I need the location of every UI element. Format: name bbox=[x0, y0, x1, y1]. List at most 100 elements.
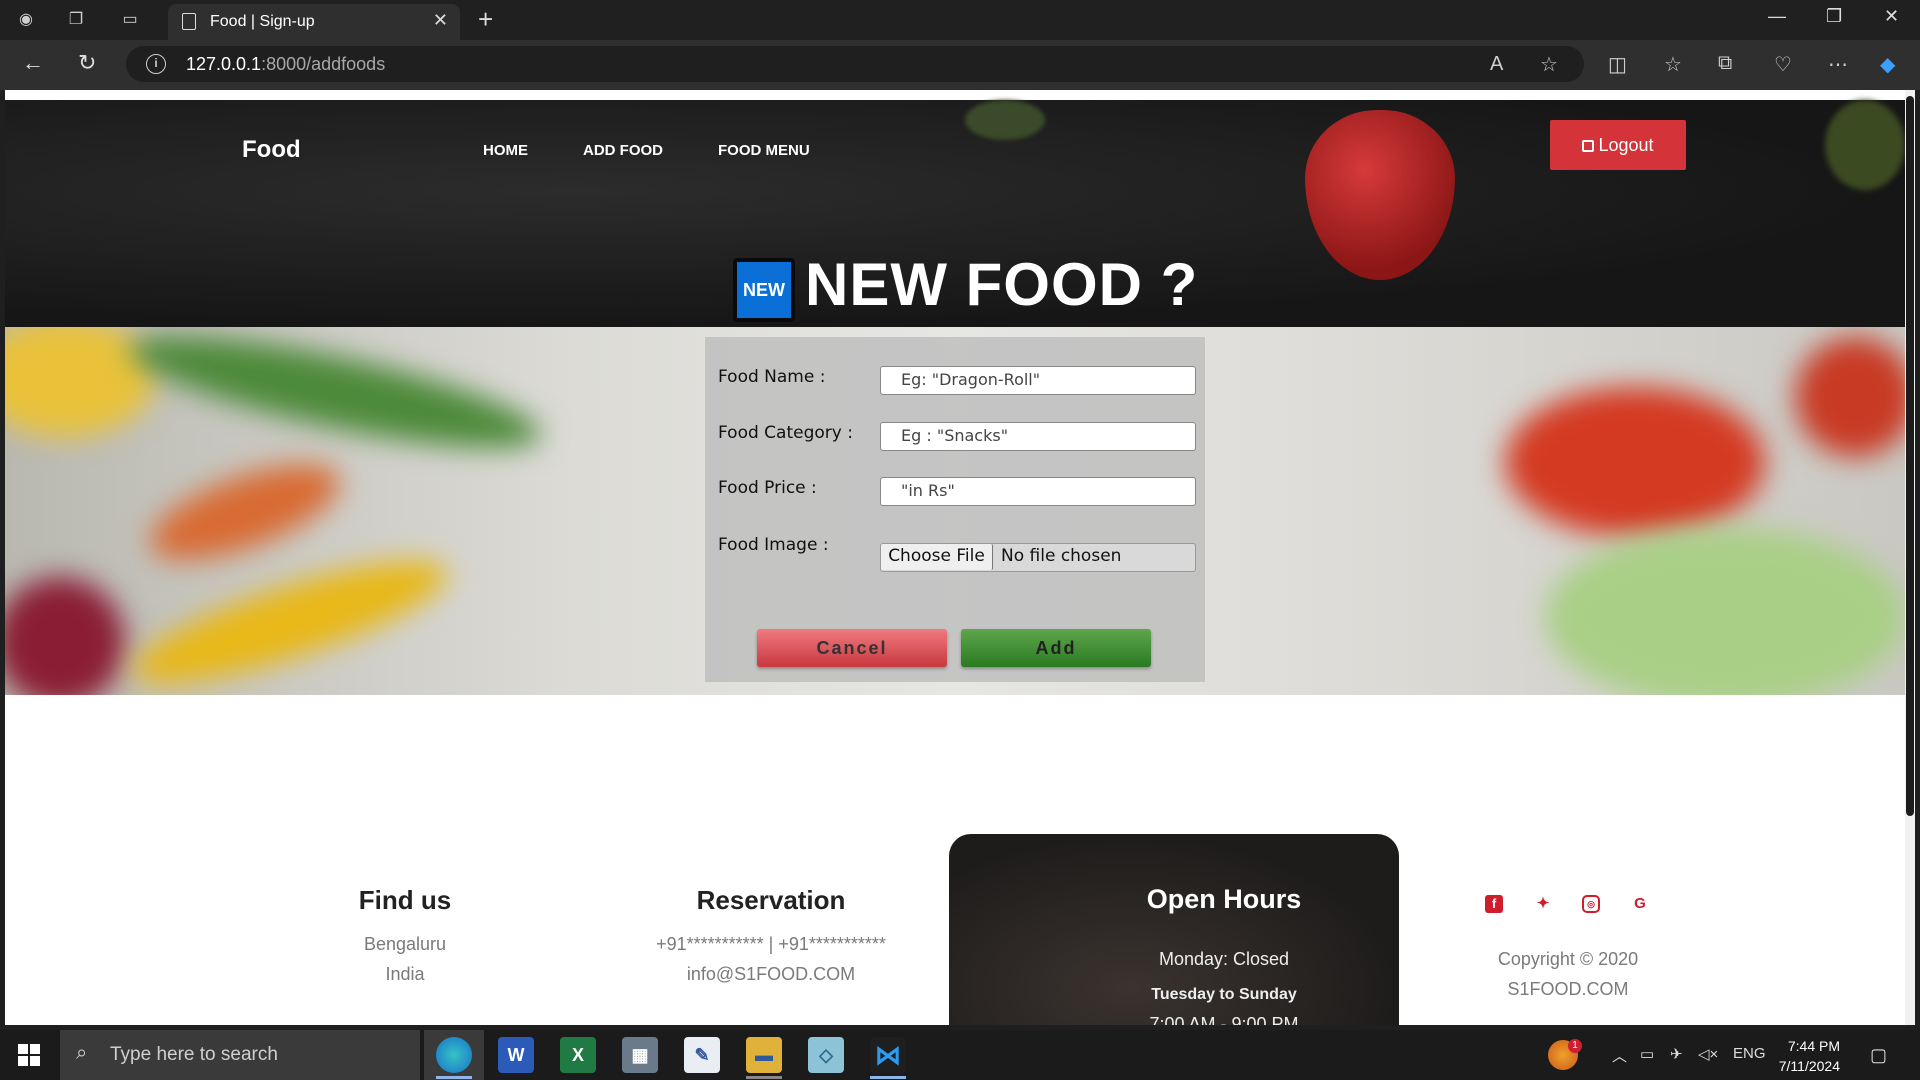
header-hero: Food HOME ADD FOOD FOOD MENU Logout NEW … bbox=[5, 100, 1905, 327]
clock-time: 7:44 PM bbox=[1787, 1038, 1840, 1054]
battery-icon[interactable]: ▭ bbox=[1640, 1045, 1654, 1063]
address-bar[interactable]: i 127.0.0.1:8000/addfoods A ☆ bbox=[126, 46, 1584, 82]
decor-greens bbox=[122, 327, 548, 470]
nav-food-menu[interactable]: FOOD MENU bbox=[718, 142, 810, 159]
browser-tab[interactable]: Food | Sign-up ✕ bbox=[168, 4, 460, 40]
show-hidden-icons-icon[interactable]: ︿ bbox=[1612, 1045, 1627, 1066]
decor-leaf bbox=[965, 100, 1045, 140]
browser-essentials-icon[interactable]: ♡ bbox=[1774, 52, 1792, 77]
url-host: 127.0.0.1 bbox=[186, 54, 262, 74]
read-aloud-icon[interactable]: A bbox=[1490, 53, 1503, 76]
more-options-icon[interactable]: ⋯ bbox=[1828, 52, 1848, 77]
favorite-star-icon[interactable]: ☆ bbox=[1540, 52, 1558, 77]
scrollbar-thumb[interactable] bbox=[1906, 96, 1914, 816]
system-clock[interactable]: 7:44 PM 7/11/2024 bbox=[1760, 1036, 1840, 1076]
snipping-tool-icon[interactable]: ◇ bbox=[808, 1037, 844, 1073]
workspaces-icon[interactable]: ❐ bbox=[64, 8, 88, 32]
calculator-icon[interactable]: ▦ bbox=[622, 1037, 658, 1073]
brand-logo[interactable]: Food bbox=[242, 136, 301, 164]
decor-onion bbox=[5, 577, 125, 695]
choose-file-button[interactable]: Choose File bbox=[881, 544, 993, 570]
decor-cabbage bbox=[1545, 527, 1905, 695]
notification-badge: 1 bbox=[1568, 1039, 1582, 1053]
file-explorer-icon[interactable]: ▬ bbox=[746, 1037, 782, 1073]
whiteboard-icon[interactable]: ✎ bbox=[684, 1037, 720, 1073]
close-tab-icon[interactable]: ✕ bbox=[433, 10, 448, 31]
logout-button[interactable]: Logout bbox=[1550, 120, 1686, 170]
reservation-email[interactable]: info@S1FOOD.COM bbox=[621, 959, 921, 989]
hours-time: 7:00 AM - 9:00 PM bbox=[1149, 1014, 1299, 1025]
nav-home[interactable]: HOME bbox=[483, 142, 528, 159]
collections-icon[interactable]: ⧉ bbox=[1718, 52, 1732, 75]
facebook-icon[interactable]: f bbox=[1485, 895, 1503, 913]
copyright-site[interactable]: S1FOOD.COM bbox=[1418, 974, 1718, 1004]
vscode-active-indicator bbox=[870, 1076, 906, 1079]
google-icon[interactable]: G bbox=[1631, 895, 1649, 913]
hours-monday: Monday: Closed bbox=[1158, 949, 1290, 969]
tab-title: Food | Sign-up bbox=[210, 13, 315, 30]
reservation-phones: +91*********** | +91*********** bbox=[656, 934, 886, 954]
find-us-heading: Find us bbox=[358, 885, 452, 915]
volume-muted-icon[interactable]: ◁× bbox=[1698, 1045, 1718, 1063]
search-icon: ⌕ bbox=[76, 1042, 88, 1064]
tab-actions-icon[interactable]: ▭ bbox=[118, 8, 142, 32]
excel-icon[interactable]: X bbox=[560, 1037, 596, 1073]
url-text: 127.0.0.1:8000/addfoods bbox=[186, 54, 385, 75]
browser-toolbar: ← ↻ i 127.0.0.1:8000/addfoods A ☆ ◫ ☆ ⧉ … bbox=[0, 40, 1920, 90]
page-viewport: Food HOME ADD FOOD FOOD MENU Logout NEW … bbox=[5, 90, 1905, 1025]
food-price-input[interactable]: "in Rs" bbox=[880, 477, 1196, 506]
twitter-icon[interactable]: ✦ bbox=[1534, 895, 1552, 913]
find-us-city: Bengaluru bbox=[363, 934, 447, 954]
new-badge: NEW bbox=[733, 258, 795, 322]
vscode-icon[interactable]: ⋈ bbox=[870, 1037, 906, 1073]
logout-label: Logout bbox=[1598, 135, 1654, 155]
food-image-label: Food Image : bbox=[718, 535, 829, 555]
windows-start-icon[interactable] bbox=[18, 1044, 40, 1066]
url-path: :8000/addfoods bbox=[261, 54, 386, 74]
strawberry-image bbox=[1305, 110, 1455, 280]
network-icon[interactable]: ✈ bbox=[1670, 1045, 1683, 1063]
open-hours-card: Open Hours Monday: Closed Tuesday to Sun… bbox=[949, 834, 1399, 1025]
food-price-label: Food Price : bbox=[718, 478, 817, 498]
back-icon[interactable]: ← bbox=[22, 50, 44, 76]
instagram-icon[interactable]: ◎ bbox=[1582, 895, 1600, 913]
food-category-input[interactable]: Eg : "Snacks" bbox=[880, 422, 1196, 451]
word-icon[interactable]: W bbox=[498, 1037, 534, 1073]
food-name-label: Food Name : bbox=[718, 367, 826, 387]
food-category-label: Food Category : bbox=[718, 423, 853, 443]
copilot-icon[interactable]: ◆ bbox=[1880, 52, 1895, 77]
profile-avatar-icon[interactable]: ◉ bbox=[14, 8, 38, 32]
close-window-icon[interactable]: ✕ bbox=[1884, 6, 1899, 27]
edge-icon[interactable] bbox=[436, 1037, 472, 1073]
add-button[interactable]: Add bbox=[961, 629, 1151, 667]
new-badge-label: NEW bbox=[737, 262, 791, 318]
taskbar: ⌕ Type here to search W X ▦ ✎ ▬ ◇ ⋈ 1 ︿ … bbox=[0, 1030, 1920, 1080]
find-us-country: India bbox=[385, 964, 425, 984]
food-name-input[interactable]: Eg: "Dragon-Roll" bbox=[880, 366, 1196, 395]
minimize-icon[interactable]: — bbox=[1768, 6, 1786, 27]
decor-carrot bbox=[139, 444, 351, 580]
notification-center-icon[interactable]: ▢ bbox=[1870, 1045, 1887, 1066]
copyright-text: Copyright © 2020 bbox=[1497, 949, 1639, 969]
split-screen-icon[interactable]: ◫ bbox=[1608, 52, 1627, 77]
sign-out-icon bbox=[1582, 140, 1595, 152]
food-image-file-input[interactable]: Choose File No file chosen bbox=[880, 543, 1196, 572]
open-hours-heading: Open Hours bbox=[1146, 884, 1302, 914]
cancel-button[interactable]: Cancel bbox=[757, 629, 947, 667]
edge-active-indicator bbox=[436, 1076, 472, 1079]
nav-add-food[interactable]: ADD FOOD bbox=[583, 142, 663, 159]
search-placeholder: Type here to search bbox=[110, 1044, 278, 1065]
favorites-icon[interactable]: ☆ bbox=[1664, 52, 1682, 77]
restore-icon[interactable]: ❐ bbox=[1826, 6, 1842, 27]
taskbar-search[interactable]: ⌕ Type here to search bbox=[60, 1030, 420, 1080]
new-tab-icon[interactable]: + bbox=[478, 4, 493, 35]
decor-leaf bbox=[1825, 100, 1905, 190]
reservation-heading: Reservation bbox=[696, 885, 846, 915]
add-food-form: Food Name : Eg: "Dragon-Roll" Food Categ… bbox=[705, 337, 1205, 682]
hours-days: Tuesday to Sunday bbox=[1151, 986, 1297, 1003]
clock-date: 7/11/2024 bbox=[1778, 1058, 1840, 1074]
decor-tomatoes bbox=[1505, 387, 1765, 537]
site-info-icon[interactable]: i bbox=[146, 54, 166, 74]
explorer-running-indicator bbox=[746, 1076, 782, 1079]
refresh-icon[interactable]: ↻ bbox=[78, 50, 96, 76]
